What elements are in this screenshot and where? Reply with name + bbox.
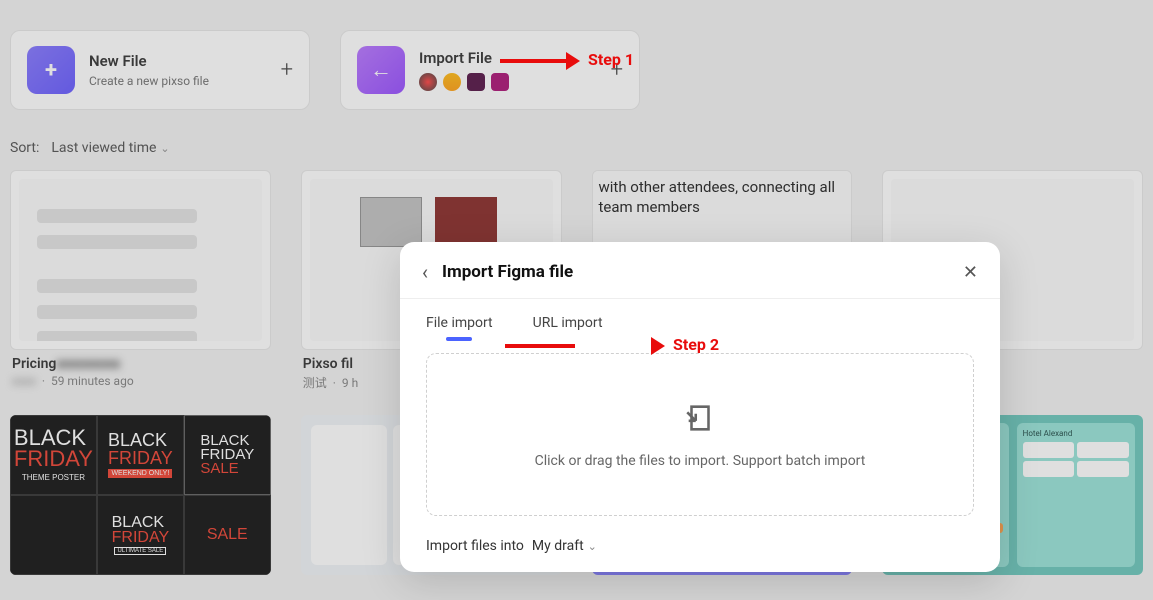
sort-dropdown[interactable]: Last viewed time ⌄ bbox=[51, 140, 169, 156]
file-title: Pricingxxxxxxxxx bbox=[12, 356, 269, 372]
import-file-title: Import File bbox=[419, 49, 623, 67]
sort-value-text: Last viewed time bbox=[51, 140, 156, 156]
tab-file-import[interactable]: File import bbox=[426, 315, 493, 339]
modal-footer: Import files into My draft ⌄ bbox=[400, 526, 1000, 572]
ui-panel bbox=[311, 425, 387, 565]
file-card[interactable]: Pricingxxxxxxxxx xxxx·59 minutes ago bbox=[10, 170, 271, 391]
file-card-blackfriday[interactable]: BLACKFRIDAYTHEME POSTER BLACKFRIDAYWEEKE… bbox=[10, 415, 271, 575]
sort-label: Sort: bbox=[10, 140, 39, 156]
travel-panel-hotel: Hotel Alexand bbox=[1017, 423, 1135, 567]
import-figma-modal: ‹ Import Figma file ✕ File import URL im… bbox=[400, 242, 1000, 572]
thumbnail bbox=[19, 179, 262, 341]
import-sources-row bbox=[419, 73, 623, 91]
dropzone-text: Click or drag the files to import. Suppo… bbox=[535, 453, 866, 469]
tab-url-import[interactable]: URL import bbox=[533, 315, 603, 339]
arrow-import-icon: ← bbox=[357, 46, 405, 94]
footer-label: Import files into bbox=[426, 538, 524, 554]
chevron-down-icon: ⌄ bbox=[588, 540, 597, 553]
new-file-title: New File bbox=[89, 52, 293, 70]
file-dropzone[interactable]: Click or drag the files to import. Suppo… bbox=[426, 353, 974, 516]
chevron-down-icon: ⌄ bbox=[160, 142, 169, 155]
import-arrow-icon bbox=[683, 401, 717, 439]
close-icon[interactable]: ✕ bbox=[963, 262, 978, 283]
plus-file-icon: + bbox=[27, 46, 75, 94]
sort-controls: Sort: Last viewed time ⌄ bbox=[10, 140, 1143, 156]
destination-value: My draft bbox=[532, 538, 584, 554]
plus-icon[interactable]: + bbox=[281, 58, 293, 83]
new-file-subtitle: Create a new pixso file bbox=[89, 74, 293, 88]
destination-select[interactable]: My draft ⌄ bbox=[532, 538, 597, 554]
rp-source-icon bbox=[491, 73, 509, 91]
modal-body: File import URL import Click or drag the… bbox=[400, 299, 1000, 526]
modal-title: Import Figma file bbox=[442, 262, 573, 282]
import-file-card[interactable]: ← Import File + bbox=[340, 30, 640, 110]
back-button[interactable]: ‹ bbox=[422, 260, 428, 284]
xd-source-icon bbox=[467, 73, 485, 91]
top-actions-row: + New File Create a new pixso file + ← I… bbox=[10, 30, 1143, 110]
figma-source-icon bbox=[419, 73, 437, 91]
modal-header: ‹ Import Figma file ✕ bbox=[400, 242, 1000, 299]
sketch-source-icon bbox=[443, 73, 461, 91]
new-file-card[interactable]: + New File Create a new pixso file + bbox=[10, 30, 310, 110]
plus-icon[interactable]: + bbox=[611, 58, 623, 83]
file-meta: xxxx·59 minutes ago bbox=[12, 374, 269, 388]
import-tabs: File import URL import bbox=[426, 315, 974, 339]
